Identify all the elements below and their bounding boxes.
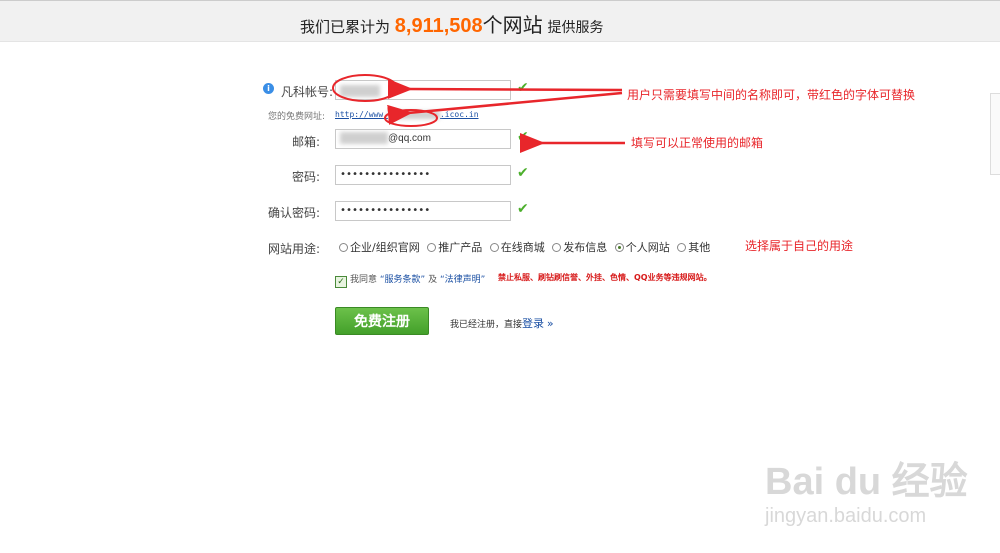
account-input[interactable]: [335, 80, 511, 100]
password-valid-icon: ✔: [517, 165, 529, 181]
radio-circle-selected[interactable]: [614, 243, 624, 252]
baidu-watermark-logo: Bai du 经验: [765, 461, 968, 503]
radio-circle[interactable]: [339, 243, 348, 252]
purpose-radio-group: 企业/组织官网 推广产品 在线商城 发布信息 个人网站 其他: [339, 239, 714, 255]
radio-circle[interactable]: [489, 243, 499, 252]
service-stats: 我们已累计为 8,911,508个网站 提供服务: [300, 9, 603, 38]
stats-prefix: 我们已累计为: [300, 18, 391, 36]
radio-circle[interactable]: [677, 243, 687, 252]
radio-circle[interactable]: [552, 243, 562, 252]
account-valid-icon: ✔: [517, 80, 529, 96]
stats-suffix: 提供服务: [547, 20, 604, 36]
confirm-password-label: 确认密码:: [267, 206, 320, 220]
account-annotation: 用户只需要填写中间的名称即可，带红色的字体可替换: [627, 88, 916, 102]
purpose-option-label: 个人网站: [625, 241, 670, 254]
stats-unit: 个网站: [482, 13, 543, 37]
purpose-label: 网站用途:: [267, 242, 320, 256]
top-banner: 我们已累计为 8,911,508个网站 提供服务: [0, 0, 1000, 42]
purpose-option-label: 发布信息: [563, 241, 608, 254]
confirm-valid-icon: ✔: [517, 201, 529, 217]
prohibited-warning: 禁止私服、刷钻刷信誉、外挂、色情、QQ业务等违规网站。: [498, 273, 712, 282]
confirm-password-input[interactable]: •••••••••••••••: [335, 201, 511, 221]
agree-prefix: 我同意: [350, 275, 378, 285]
free-url-suffix: .icoc.in: [439, 110, 479, 119]
email-annotation: 填写可以正常使用的邮箱: [631, 136, 764, 150]
email-suffix: @qq.com: [388, 133, 431, 144]
purpose-option-label: 推广产品: [438, 241, 483, 254]
already-registered: 我已经注册，直接登录 »: [450, 315, 554, 331]
purpose-annotation: 选择属于自己的用途: [745, 239, 854, 253]
side-panel-edge[interactable]: [990, 93, 1000, 175]
login-arrow-icon: »: [546, 317, 554, 330]
free-url-link[interactable]: http://www. .icoc.in: [335, 110, 479, 119]
password-input[interactable]: •••••••••••••••: [335, 165, 511, 185]
purpose-option-publish[interactable]: 发布信息: [552, 239, 607, 255]
register-button[interactable]: 免费注册: [335, 307, 429, 335]
free-url-label: 您的免费网址:: [267, 112, 325, 122]
purpose-option-enterprise[interactable]: 企业/组织官网: [339, 239, 420, 255]
purpose-option-label: 在线商城: [500, 241, 545, 254]
login-link[interactable]: 登录: [522, 317, 544, 330]
purpose-option-promote[interactable]: 推广产品: [427, 239, 482, 255]
baidu-watermark-url: jingyan.baidu.com: [765, 505, 927, 527]
purpose-option-label: 其他: [688, 241, 711, 254]
already-text: 我已经注册，直接: [450, 320, 523, 330]
email-input[interactable]: @qq.com: [335, 129, 511, 149]
account-label: 凡科帐号:: [280, 85, 333, 99]
email-valid-icon: ✔: [517, 129, 529, 145]
purpose-option-personal[interactable]: 个人网站: [614, 239, 670, 255]
purpose-option-shop[interactable]: 在线商城: [489, 239, 545, 255]
purpose-option-other[interactable]: 其他: [677, 239, 710, 255]
email-label: 邮箱:: [291, 135, 320, 149]
agreement-row: ✓ 我同意 “服务条款” 及 “法律声明”: [335, 272, 485, 288]
legal-link[interactable]: “法律声明”: [440, 275, 485, 285]
password-label: 密码:: [291, 170, 320, 184]
purpose-option-label: 企业/组织官网: [350, 241, 420, 254]
and-text: 及: [428, 275, 438, 285]
terms-link[interactable]: “服务条款”: [380, 275, 425, 285]
site-count: 8,911,508: [394, 15, 483, 37]
radio-circle[interactable]: [427, 243, 437, 252]
free-url-prefix: http://www.: [335, 110, 388, 119]
agree-checkbox[interactable]: ✓: [335, 276, 347, 288]
